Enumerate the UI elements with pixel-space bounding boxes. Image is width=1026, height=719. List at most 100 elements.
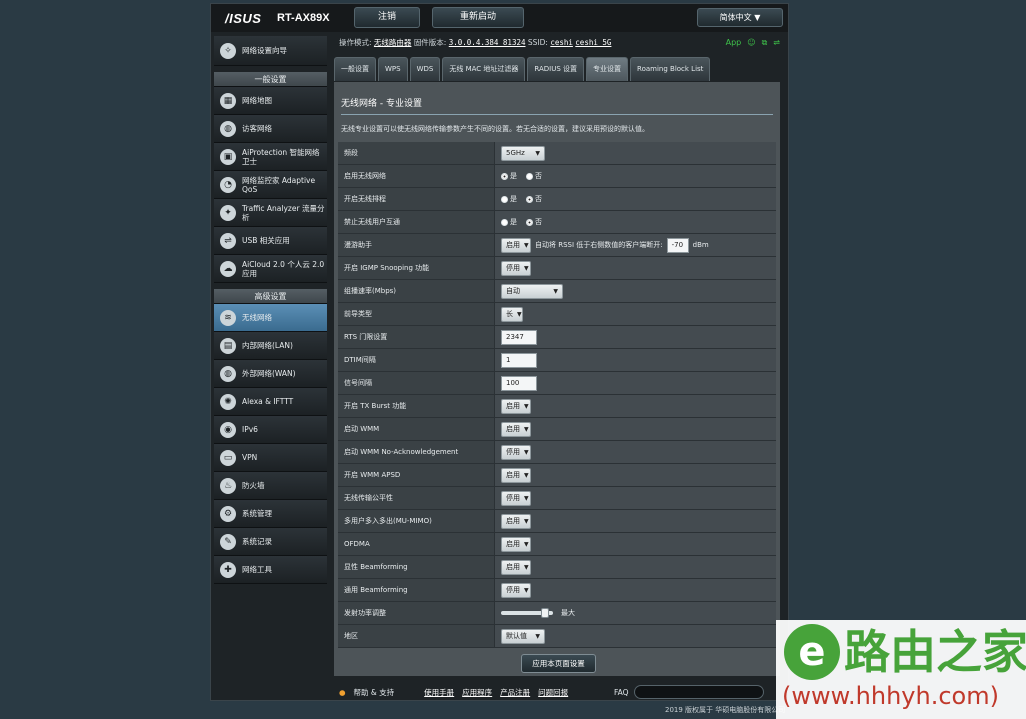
page-title: 无线网络 - 专业设置 [341,99,422,109]
sidebar-item-vpn[interactable]: ▭ VPN [214,444,327,472]
setting-label: 通用 Beamforming [338,579,495,601]
watermark-logo-icon: e [784,624,840,680]
chevron-down-icon: ▼ [524,494,529,502]
select-value: 启用 [506,240,520,249]
region-select[interactable]: 默认值 ▼ [501,628,545,644]
sidebar-item-usb[interactable]: ⇌ USB 相关应用 [214,227,327,255]
radio-enable-yes[interactable]: 是 [501,171,517,181]
sidebar-item-label: 访客网络 [242,124,272,133]
firmware-value-link[interactable]: 3.0.0.4.384_81324 [449,38,526,47]
chevron-down-icon: ▼ [524,540,529,548]
tab-general[interactable]: 一般设置 [334,57,376,81]
universal-beamforming-select[interactable]: 停用 ▼ [501,582,531,598]
manual-link[interactable]: 使用手册 [424,687,454,698]
setting-row-txpower: 发射功率调整 最大 [338,602,776,625]
network-icon[interactable]: ⧉ [762,34,768,52]
txpower-value: 最大 [561,609,575,617]
user-icon[interactable]: ☺ [747,34,755,52]
setting-label: 开启 WMM APSD [338,464,495,486]
app-link[interactable]: App [726,34,742,52]
sidebar-item-system-log[interactable]: ✎ 系统记录 [214,528,327,556]
explicit-beamforming-select[interactable]: 启用 ▼ [501,559,531,575]
radio-dot [526,218,533,226]
ssid-2g-link[interactable]: ceshi [550,38,573,47]
tab-mac-filter[interactable]: 无线 MAC 地址过滤器 [442,57,526,81]
sidebar-item-lan[interactable]: ▤ 内部网络(LAN) [214,332,327,360]
rts-input[interactable]: 2347 [501,329,537,345]
sidebar-item-aiprotection[interactable]: ▣ AiProtection 智能网络卫士 [214,143,327,171]
chevron-down-icon: ▼ [524,264,529,272]
help-icon: ● [339,687,346,697]
preamble-select[interactable]: 长 ▼ [501,306,523,322]
roaming-select[interactable]: 启用 ▼ [501,237,531,253]
radio-enable-no[interactable]: 否 [526,171,542,181]
mode-value-link[interactable]: 无线路由器 [374,38,412,47]
tab-wds[interactable]: WDS [409,57,441,81]
sidebar-item-traffic-analyzer[interactable]: ✦ Traffic Analyzer 流量分析 [214,199,327,227]
chevron-down-icon: ▼ [553,287,558,295]
sidebar-item-firewall[interactable]: ♨ 防火墙 [214,472,327,500]
log-icon: ✎ [220,533,236,550]
apsd-select[interactable]: 启用 ▼ [501,467,531,483]
multicast-rate-select[interactable]: 自动 ▼ [501,283,563,299]
map-icon: ▦ [220,92,236,109]
sidebar-item-label: 外部网络(WAN) [242,369,296,378]
asus-logo: /ISUS [225,11,262,26]
wmm-noack-select[interactable]: 停用 ▼ [501,444,531,460]
utility-link[interactable]: 应用程序 [462,687,492,698]
sidebar-item-alexa-ifttt[interactable]: ✺ Alexa & IFTTT [214,388,327,416]
airtime-select[interactable]: 停用 ▼ [501,490,531,506]
band-select[interactable]: 5GHz ▼ [501,145,545,161]
ssid-5g-link[interactable]: ceshi_5G [575,38,611,47]
ofdma-select[interactable]: 启用 ▼ [501,536,531,552]
select-value: 启用 [506,401,520,410]
sidebar-item-setup-wizard[interactable]: ✧ 网络设置向导 [214,36,327,66]
setting-label: 频段 [338,142,495,164]
apply-button[interactable]: 应用本页面设置 [521,654,596,673]
rssi-input[interactable]: -70 [666,237,689,253]
setting-label: 多用户多入多出(MU-MIMO) [338,510,495,532]
dtim-input[interactable]: 1 [501,352,537,368]
sidebar-item-ipv6[interactable]: ◉ IPv6 [214,416,327,444]
slider-handle[interactable] [541,608,550,618]
router-admin-window: /ISUS RT-AX89X 注销 重新启动 简体中文 ▼ 操作模式: 无线路由… [210,3,789,701]
sidebar-item-label: 网络地图 [242,96,272,105]
radio-schedule-no[interactable]: 否 [526,194,542,204]
beacon-input[interactable]: 100 [501,375,537,391]
sidebar-item-aicloud[interactable]: ☁ AiCloud 2.0 个人云 2.0 应用 [214,255,327,283]
tab-radius[interactable]: RADIUS 设置 [527,57,585,81]
setting-row-universal-beamforming: 通用 Beamforming 停用 ▼ [338,579,776,602]
radio-schedule-yes[interactable]: 是 [501,194,517,204]
sidebar-item-label: 内部网络(LAN) [242,341,293,350]
sidebar-item-label: AiProtection 智能网络卫士 [242,147,320,166]
sidebar-item-guest-network[interactable]: ◍ 访客网络 [214,115,327,143]
sidebar-item-wan[interactable]: ◍ 外部网络(WAN) [214,360,327,388]
radio-isolate-yes[interactable]: 是 [501,217,517,227]
logout-button[interactable]: 注销 [354,7,420,28]
radio-isolate-no[interactable]: 否 [526,217,542,227]
tab-professional[interactable]: 专业设置 [586,57,629,81]
language-select[interactable]: 简体中文 ▼ [697,8,783,27]
tab-roaming-block-list[interactable]: Roaming Block List [630,57,711,81]
wmm-select[interactable]: 启用 ▼ [501,421,531,437]
register-link[interactable]: 产品注册 [500,687,530,698]
mumimo-select[interactable]: 启用 ▼ [501,513,531,529]
sidebar-item-network-map[interactable]: ▦ 网络地图 [214,87,327,115]
tab-wps[interactable]: WPS [378,57,408,81]
feedback-link[interactable]: 问题回报 [538,687,568,698]
sidebar-item-administration[interactable]: ⚙ 系统管理 [214,500,327,528]
reboot-button[interactable]: 重新启动 [432,7,524,28]
txburst-select[interactable]: 启用 ▼ [501,398,531,414]
txpower-slider[interactable] [501,608,553,618]
sidebar-item-wireless[interactable]: ≋ 无线网络 [214,304,327,332]
sidebar-item-network-tools[interactable]: ✚ 网络工具 [214,556,327,584]
radio-label: 是 [510,195,517,203]
sidebar-item-adaptive-qos[interactable]: ◔ 网络监控家 Adaptive QoS [214,171,327,199]
status-icons: App ☺ ⧉ ⇌ [726,34,780,52]
igmp-select[interactable]: 停用 ▼ [501,260,531,276]
select-value: 启用 [506,470,520,479]
faq-search-input[interactable] [634,685,764,699]
radio-label: 是 [510,218,517,226]
select-value: 5GHz [506,148,525,157]
usb-status-icon[interactable]: ⇌ [773,34,780,52]
